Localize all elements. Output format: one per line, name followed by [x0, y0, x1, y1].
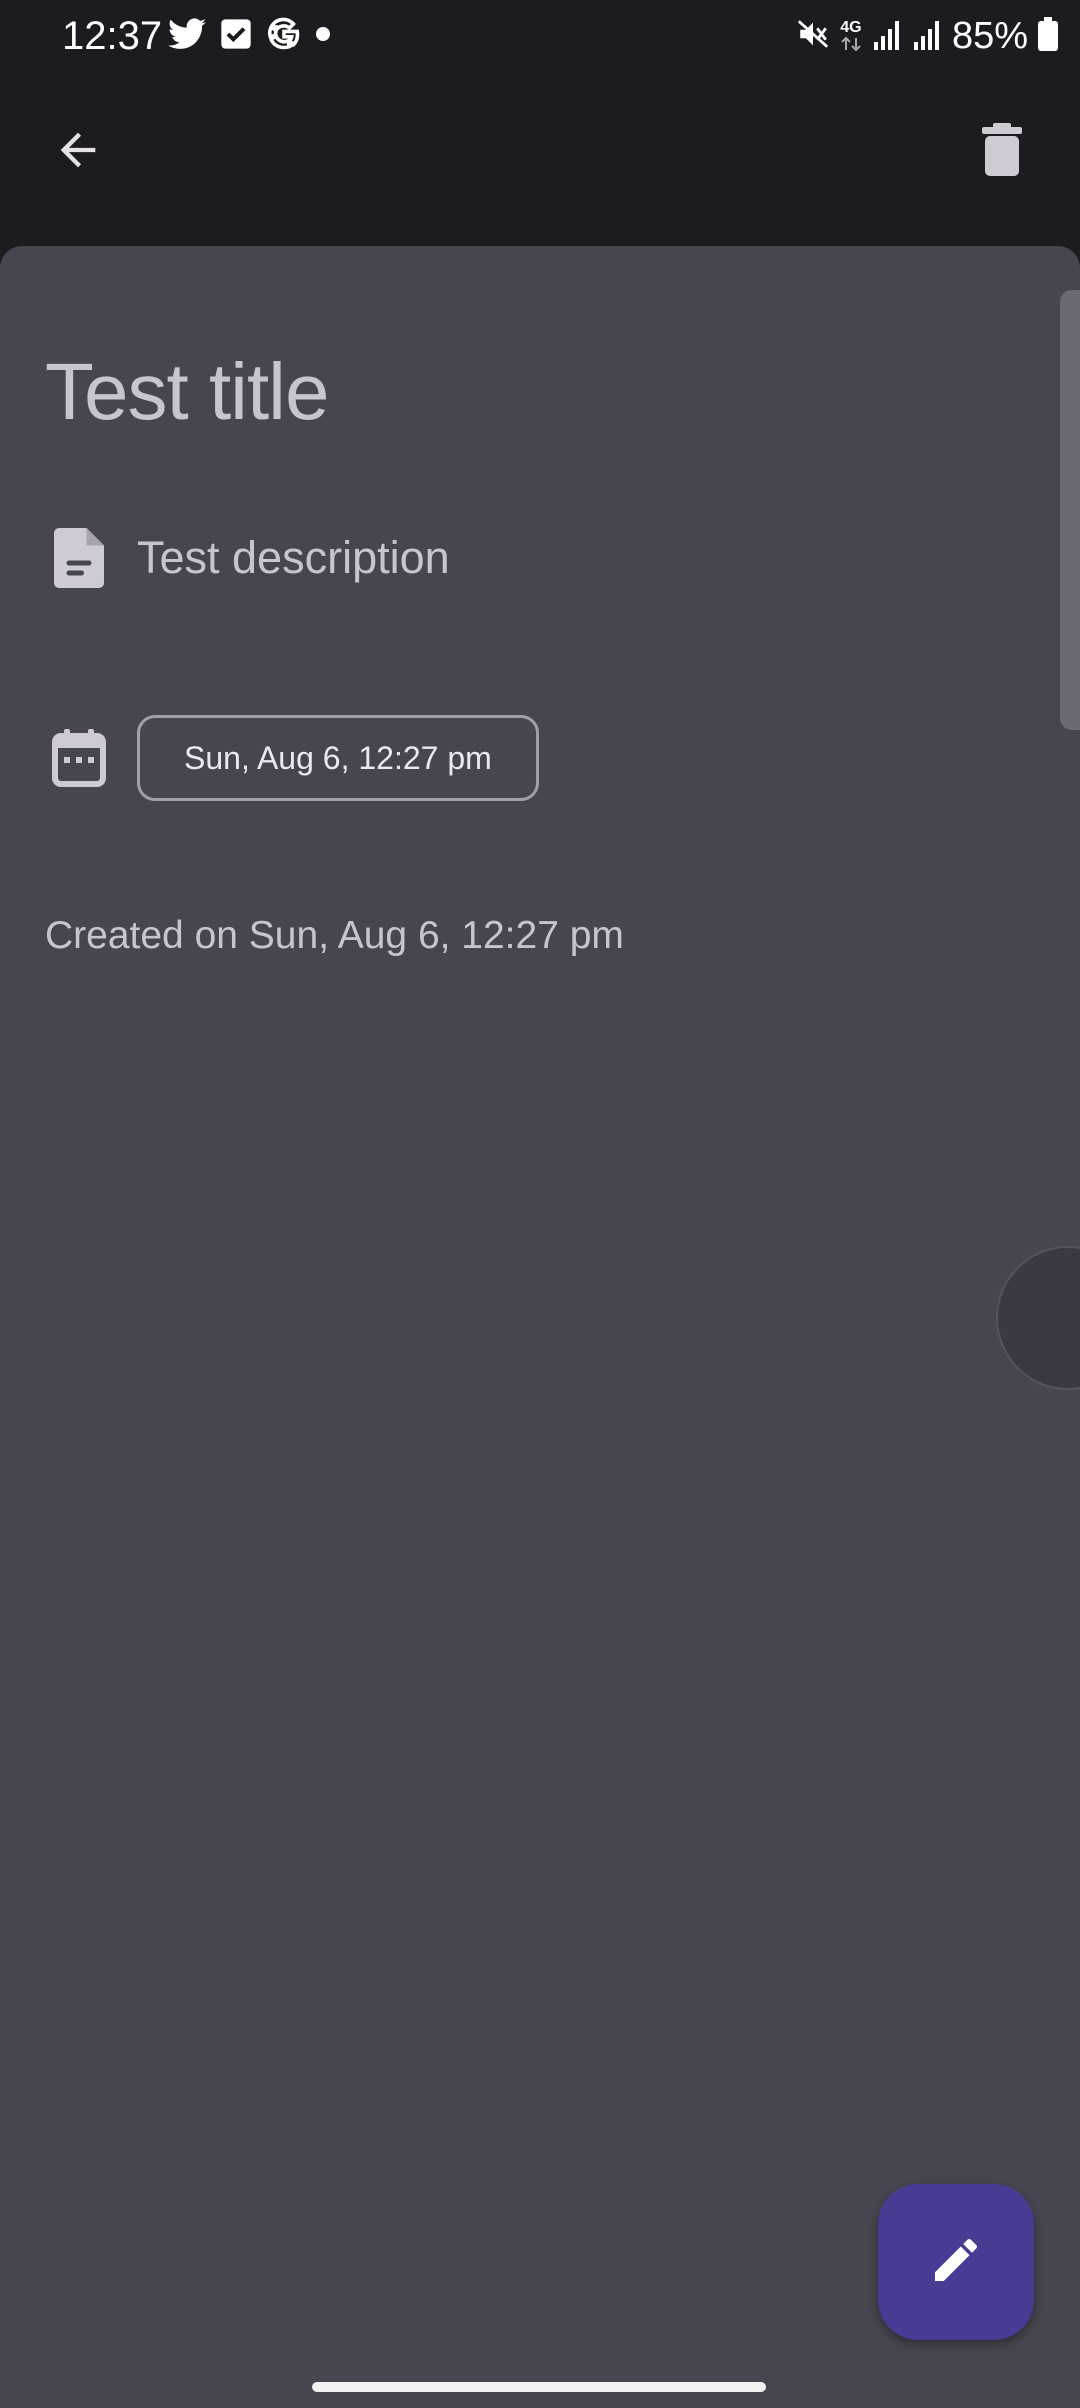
google-icon [266, 16, 302, 57]
task-title: Test title [45, 347, 329, 436]
status-bar: 12:37 4G 85% [0, 0, 1080, 72]
app-bar [0, 72, 1080, 242]
network-type-label: 4G [840, 19, 862, 36]
home-gesture-bar[interactable] [312, 2382, 766, 2392]
arrow-left-icon [52, 124, 104, 181]
task-detail-sheet: Test title Test description Sun, Aug 6, … [0, 246, 1080, 2408]
edge-panel-handle[interactable] [996, 1246, 1080, 1390]
signal-icon-2 [912, 18, 942, 55]
task-description: Test description [137, 532, 450, 583]
calendar-icon [45, 718, 113, 798]
more-notifications-dot-icon [316, 26, 330, 46]
pencil-icon [928, 2232, 984, 2293]
description-row: Test description [45, 518, 450, 598]
network-type-icon: 4G [840, 20, 862, 52]
signal-icon-1 [872, 18, 902, 55]
screen: 12:37 4G 85% Test title Test description… [0, 0, 1080, 2408]
document-icon [45, 518, 113, 598]
status-time: 12:37 [62, 14, 163, 58]
scrollbar[interactable] [1060, 290, 1080, 730]
mute-icon [796, 17, 830, 56]
trash-icon [980, 122, 1024, 182]
delete-button[interactable] [960, 110, 1044, 194]
twitter-icon [168, 17, 206, 55]
due-date-row: Sun, Aug 6, 12:27 pm [45, 712, 539, 804]
battery-percent: 85% [951, 15, 1028, 57]
notification-icons [168, 16, 330, 56]
battery-icon [1038, 16, 1058, 56]
edit-task-button[interactable] [878, 2184, 1034, 2340]
back-button[interactable] [36, 110, 120, 194]
system-icons: 4G 85% [796, 14, 1058, 58]
created-timestamp: Created on Sun, Aug 6, 12:27 pm [45, 914, 624, 957]
due-date-chip[interactable]: Sun, Aug 6, 12:27 pm [137, 715, 539, 801]
checkbox-notification-icon [220, 18, 252, 55]
